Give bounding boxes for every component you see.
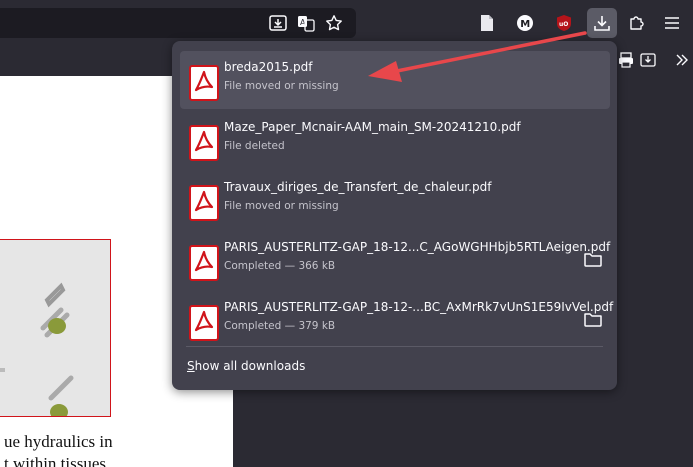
download-item[interactable]: PARIS_AUSTERLITZ-GAP_18-12-...BC_AxMrRk7… bbox=[180, 291, 614, 349]
download-item[interactable]: breda2015.pdf File moved or missing bbox=[180, 51, 610, 109]
download-item[interactable]: Travaux_diriges_de_Transfert_de_chaleur.… bbox=[180, 171, 610, 229]
show-all-downloads-link[interactable]: Show all downloads bbox=[187, 359, 305, 373]
download-status: Completed — 379 kB bbox=[224, 320, 336, 332]
pdf-file-icon bbox=[189, 245, 219, 281]
svg-text:uO: uO bbox=[559, 21, 568, 28]
save-pdf-icon[interactable] bbox=[634, 46, 662, 74]
translate-icon[interactable]: A bbox=[292, 9, 320, 37]
secondary-toolbar bbox=[0, 46, 172, 76]
page-text-line: ue hydraulics in bbox=[4, 432, 113, 451]
download-filename: PARIS_AUSTERLITZ-GAP_18-12...C_AGoWGHHbj… bbox=[224, 240, 611, 254]
download-status: File moved or missing bbox=[224, 80, 339, 92]
download-filename: breda2015.pdf bbox=[224, 60, 313, 74]
downloads-button[interactable] bbox=[587, 8, 617, 38]
m-extension-icon[interactable]: M bbox=[511, 9, 539, 37]
download-filename: PARIS_AUSTERLITZ-GAP_18-12-...BC_AxMrRk7… bbox=[224, 300, 614, 314]
svg-text:M: M bbox=[520, 19, 530, 30]
download-item[interactable]: Maze_Paper_Mcnair-AAM_main_SM-20241210.p… bbox=[180, 111, 610, 169]
pdf-file-icon bbox=[189, 125, 219, 161]
downloads-panel: breda2015.pdf File moved or missing Maze_P… bbox=[172, 41, 617, 390]
bookmark-star-icon[interactable] bbox=[320, 9, 348, 37]
save-to-device-icon[interactable] bbox=[264, 9, 292, 37]
show-in-folder-icon[interactable] bbox=[583, 310, 603, 328]
pdf-file-icon bbox=[189, 305, 219, 341]
pdf-file-icon bbox=[189, 65, 219, 101]
download-status: File moved or missing bbox=[224, 200, 339, 212]
menu-hamburger-icon[interactable] bbox=[658, 9, 686, 37]
download-filename: Maze_Paper_Mcnair-AAM_main_SM-20241210.p… bbox=[224, 120, 521, 134]
secondary-toolbar-right bbox=[616, 46, 693, 76]
show-in-folder-icon[interactable] bbox=[583, 250, 603, 268]
panel-divider bbox=[186, 346, 603, 347]
browser-toolbar: A M uO bbox=[0, 0, 693, 46]
extensions-puzzle-icon[interactable] bbox=[623, 9, 651, 37]
page-text-line: t within tissues bbox=[4, 454, 107, 467]
pdf-file-icon bbox=[189, 185, 219, 221]
ublock-origin-icon[interactable]: uO bbox=[550, 9, 578, 37]
toolbar-overflow-icon[interactable] bbox=[668, 46, 693, 74]
reader-document-icon[interactable] bbox=[473, 9, 501, 37]
download-status: Completed — 366 kB bbox=[224, 260, 336, 272]
download-filename: Travaux_diriges_de_Transfert_de_chaleur.… bbox=[224, 180, 492, 194]
figure-image bbox=[0, 239, 111, 417]
download-arrow-icon bbox=[594, 16, 610, 31]
download-status: File deleted bbox=[224, 140, 285, 152]
download-item[interactable]: PARIS_AUSTERLITZ-GAP_18-12...C_AGoWGHHbj… bbox=[180, 231, 610, 289]
